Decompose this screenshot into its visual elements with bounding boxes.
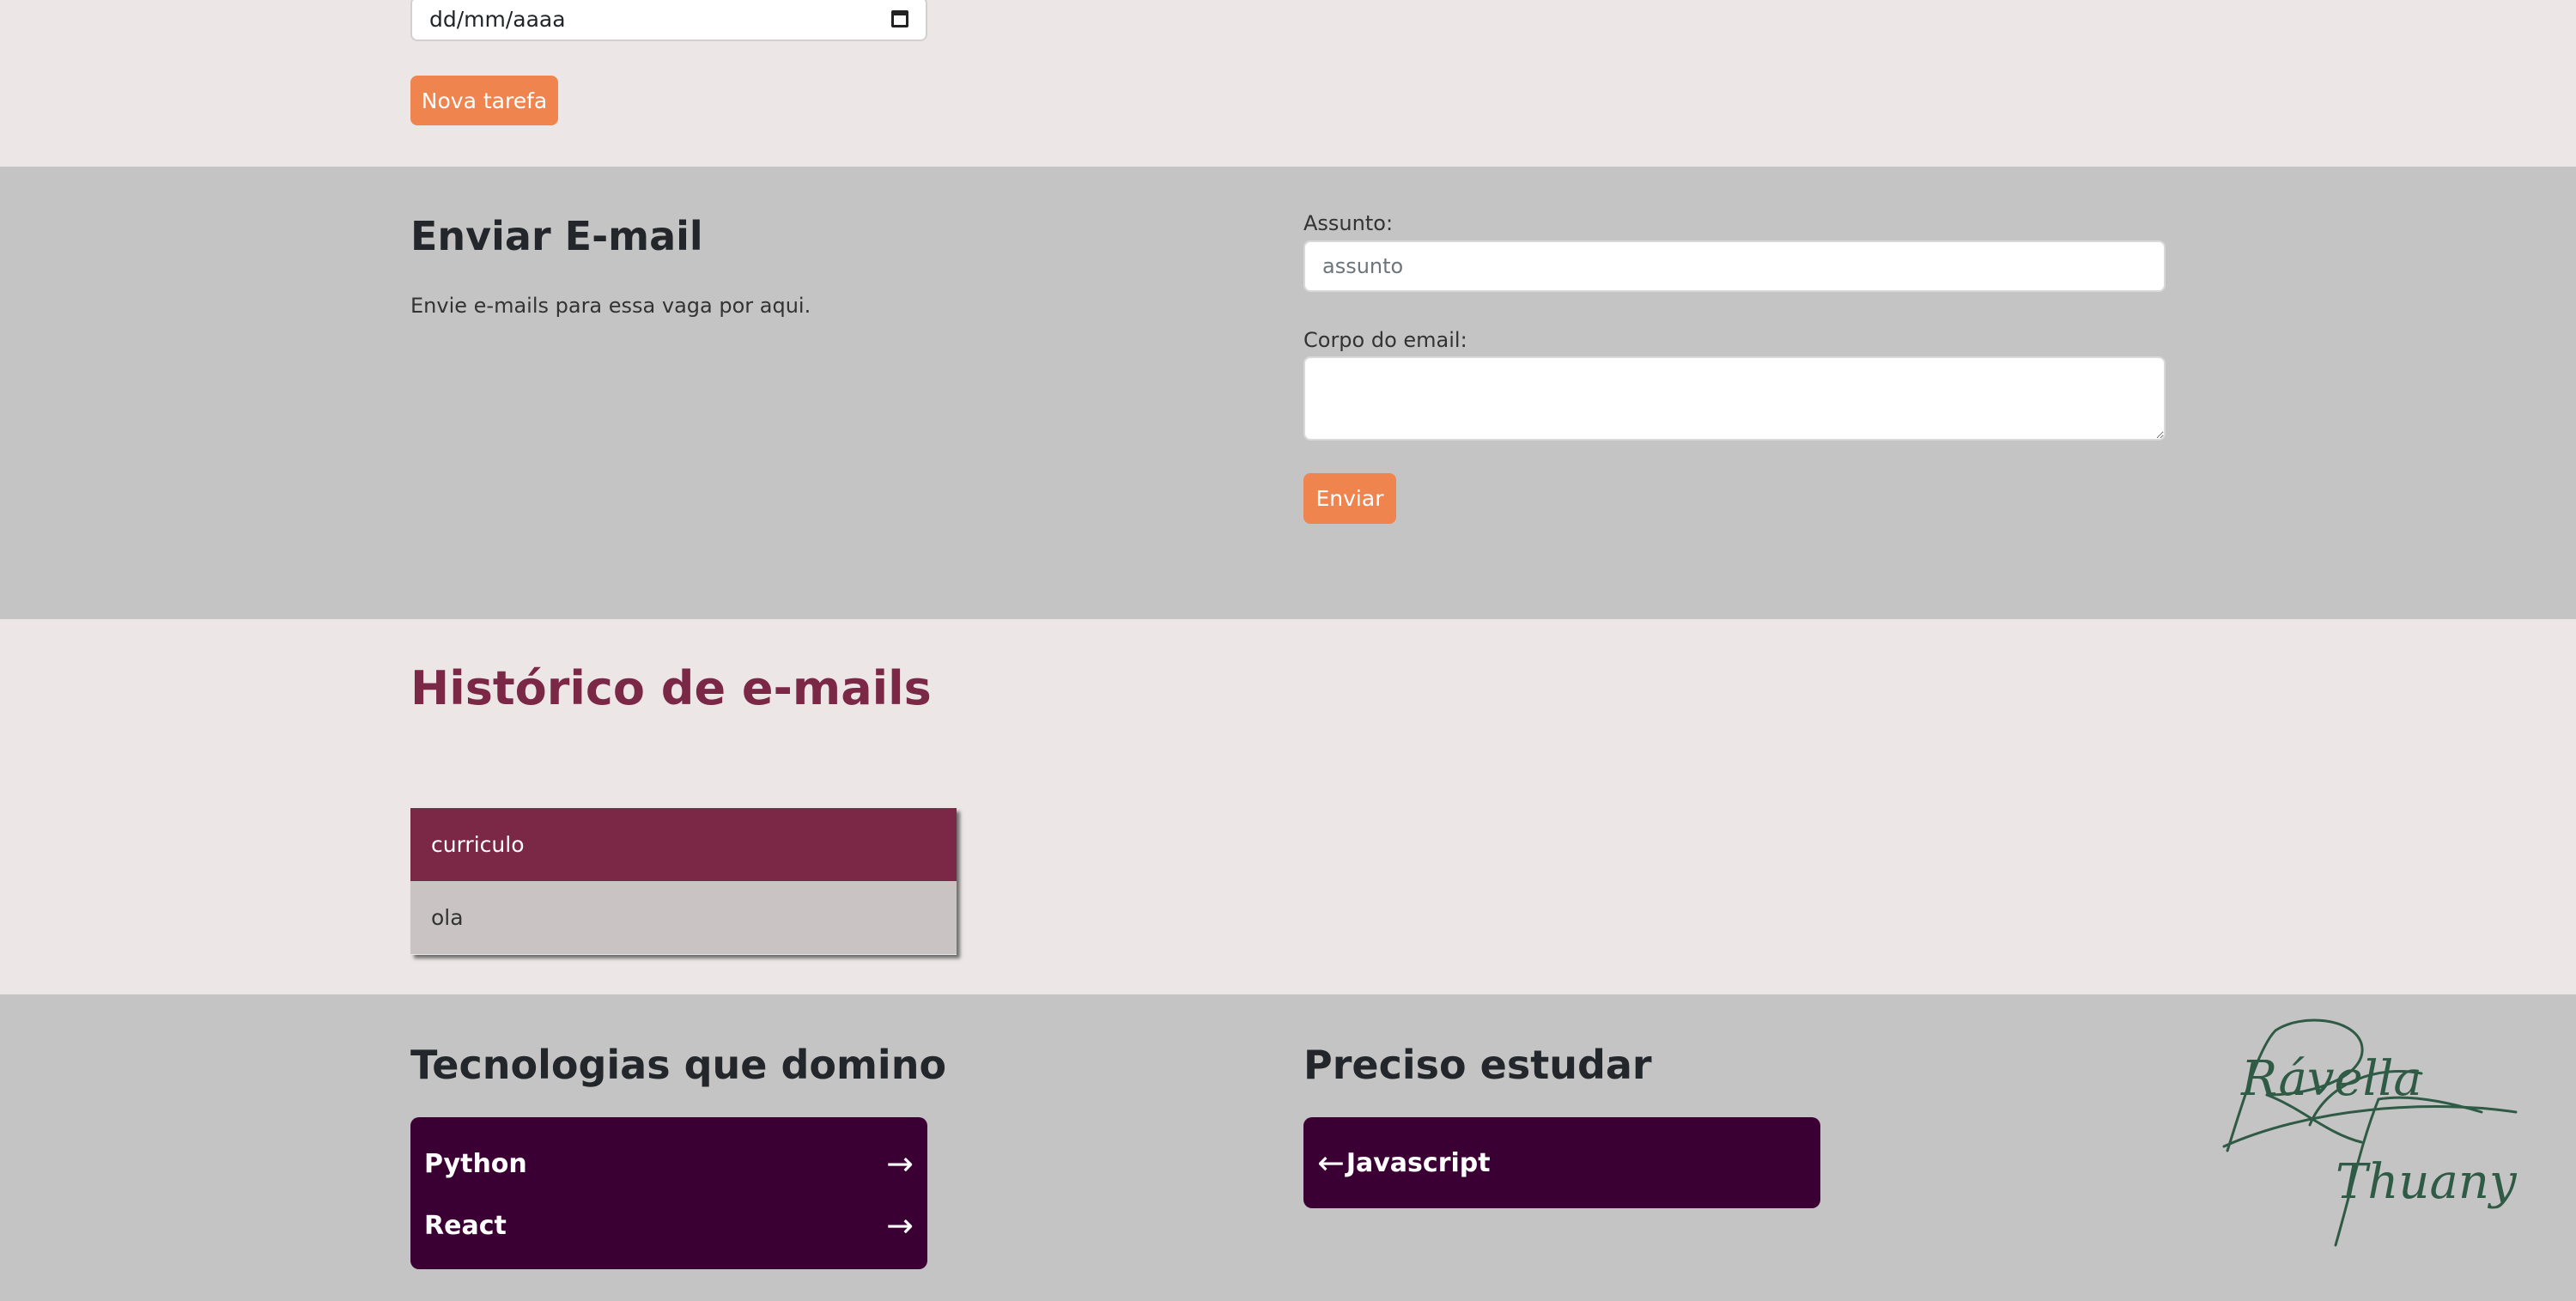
signature-line2: Thuany: [2336, 1154, 2518, 1210]
signature-line1: Rávella: [2240, 1051, 2422, 1107]
calendar-icon[interactable]: [891, 10, 908, 27]
study-label: Javascript: [1346, 1147, 1491, 1178]
study-list: ← Javascript: [1303, 1117, 1820, 1208]
email-body-label: Corpo do email:: [1303, 328, 1467, 352]
signature-logo: Rávella Thuany: [2222, 1018, 2518, 1247]
arrow-right-icon[interactable]: →: [886, 1145, 914, 1182]
email-history-list: curriculo ola: [410, 808, 957, 955]
new-task-button[interactable]: Nova tarefa: [410, 76, 558, 125]
email-history-section: Histórico de e-mails curriculo ola: [0, 619, 2576, 994]
technology-label: Python: [424, 1148, 527, 1179]
date-input[interactable]: dd/mm/aaaa: [410, 0, 927, 41]
technologies-list: Python → React →: [410, 1117, 927, 1269]
email-history-title: Histórico de e-mails: [410, 661, 932, 715]
email-section: Enviar E-mail Envie e-mails para essa va…: [0, 167, 2576, 619]
technology-item-react[interactable]: React →: [410, 1195, 927, 1256]
study-title: Preciso estudar: [1303, 1042, 1652, 1088]
email-section-title: Enviar E-mail: [410, 213, 703, 259]
technology-label: React: [424, 1210, 507, 1241]
technologies-title: Tecnologias que domino: [410, 1042, 947, 1088]
task-section: dd/mm/aaaa Nova tarefa: [0, 0, 2576, 167]
skills-section: Tecnologias que domino Python → React → …: [0, 994, 2576, 1301]
send-button[interactable]: Enviar: [1303, 473, 1396, 524]
email-body-textarea[interactable]: [1303, 356, 2166, 441]
subject-input[interactable]: [1303, 240, 2166, 292]
arrow-right-icon[interactable]: →: [886, 1207, 914, 1244]
study-item-javascript[interactable]: ← Javascript: [1303, 1117, 1820, 1208]
email-section-description: Envie e-mails para essa vaga por aqui.: [410, 294, 811, 318]
email-history-item[interactable]: curriculo: [410, 808, 957, 881]
date-placeholder: dd/mm/aaaa: [429, 6, 566, 32]
email-history-item[interactable]: ola: [410, 881, 957, 954]
subject-label: Assunto:: [1303, 211, 1394, 235]
arrow-left-icon[interactable]: ←: [1317, 1144, 1345, 1182]
technology-item-python[interactable]: Python →: [410, 1133, 927, 1195]
